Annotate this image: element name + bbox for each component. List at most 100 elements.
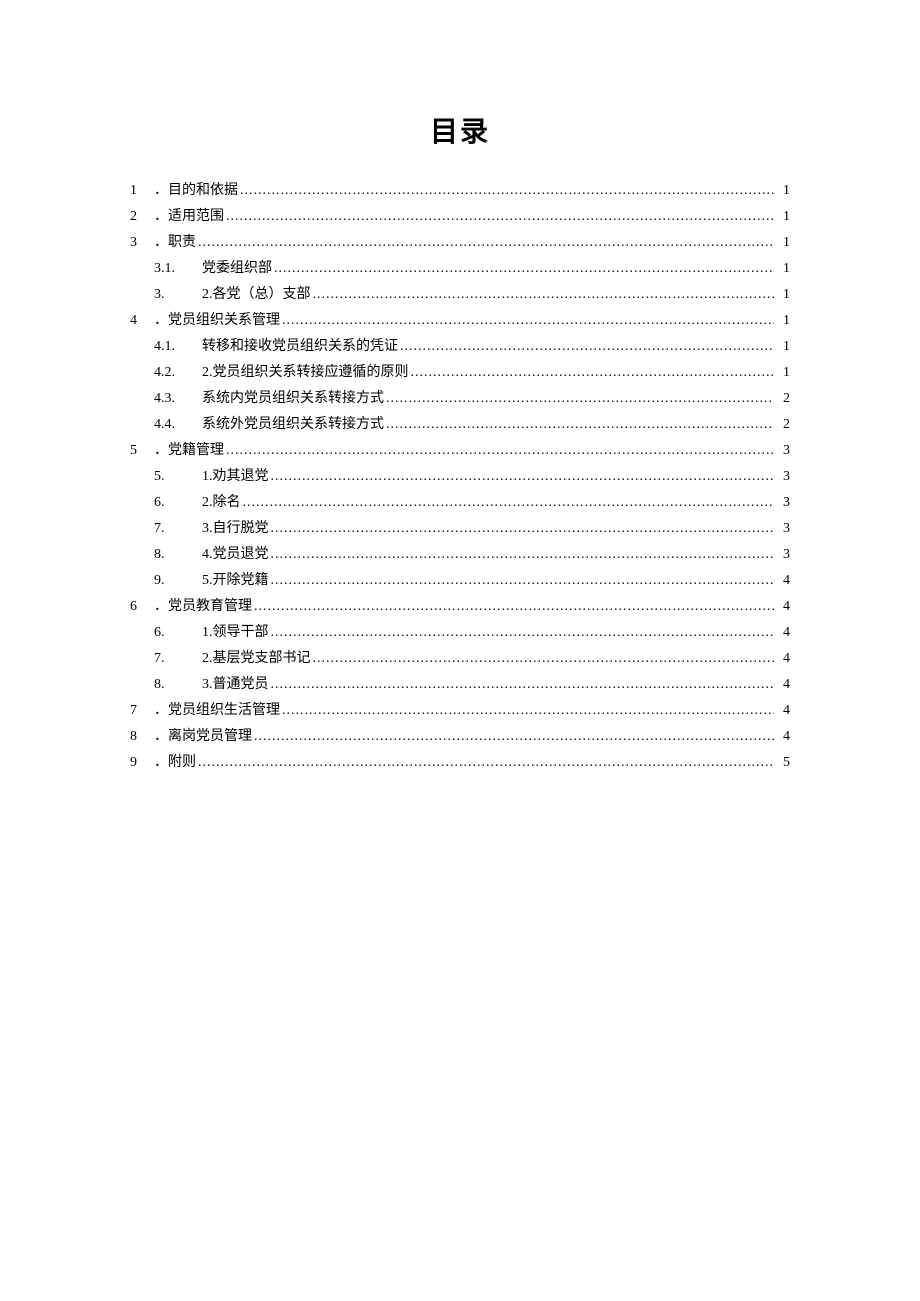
toc-page-number: 4 [776,652,790,666]
toc-entry: 6．党员教育管理 4 [130,594,790,620]
toc-page-number: 4 [776,730,790,744]
toc-entry: 6.1.领导干部4 [130,620,790,646]
toc-leader-dots [271,522,775,536]
toc-sub-number: 3.1. [154,262,202,276]
toc-entry: 5.1.劝其退党3 [130,464,790,490]
toc-label: ．党籍管理 [154,444,224,458]
toc-leader-dots [271,470,775,484]
toc-number: 3 [130,236,154,250]
toc-sub-number: 4.4. [154,418,202,432]
toc-sub-label: 转移和接收党员组织关系的凭证 [202,340,398,354]
toc-number: 8 [130,730,154,744]
toc-sub-label: 2.党员组织关系转接应遵循的原则 [202,366,409,380]
toc-entry: 3.2.各党（总）支部 1 [130,282,790,308]
toc-sub-label: 1.领导干部 [202,626,269,640]
toc-leader-dots [198,236,774,250]
toc-sub-label: 2.除名 [202,496,241,510]
toc-page-number: 1 [776,288,790,302]
toc-entry: 1．目的和依据1 [130,178,790,204]
toc-label: ．党员教育管理 [154,600,252,614]
toc-leader-dots [271,678,775,692]
toc-page-number: 1 [776,236,790,250]
toc-number: 2 [130,210,154,224]
toc-entry: 4.3.系统内党员组织关系转接方式2 [130,386,790,412]
toc-page-number: 2 [776,418,790,432]
toc-number: 9 [130,756,154,770]
toc-page-number: 1 [776,184,790,198]
toc-sub-label: 3.自行脱党 [202,522,269,536]
toc-sub-number: 6. [154,496,202,510]
toc-page-number: 1 [776,262,790,276]
toc-sub-number: 8. [154,548,202,562]
toc-sub-number: 4.2. [154,366,202,380]
toc-leader-dots [313,652,775,666]
toc-sub-number: 7. [154,522,202,536]
toc-leader-dots [271,626,775,640]
toc-leader-dots [400,340,774,354]
toc-entry: 4.4.系统外党员组织关系转接方式 2 [130,412,790,438]
toc-entry: 3．职责 1 [130,230,790,256]
toc-entry: 6.2.除名 3 [130,490,790,516]
toc-entry: 8.3.普通党员4 [130,672,790,698]
toc-sub-label: 5.开除党籍 [202,574,269,588]
toc-entry: 4．党员组织关系管理 1 [130,308,790,334]
toc-sub-label: 2.各党（总）支部 [202,288,311,302]
toc-sub-number: 3. [154,288,202,302]
toc-label: ．职责 [154,236,196,250]
toc-leader-dots [271,548,775,562]
toc-sub-number: 8. [154,678,202,692]
toc-label: ．离岗党员管理 [154,730,252,744]
toc-leader-dots [274,262,774,276]
toc-page-number: 1 [776,210,790,224]
toc-page-number: 4 [776,600,790,614]
toc-sub-number: 5. [154,470,202,484]
toc-leader-dots [226,210,774,224]
toc-leader-dots [254,600,774,614]
toc-number: 7 [130,704,154,718]
toc-label: ．适用范围 [154,210,224,224]
toc-leader-dots [254,730,774,744]
toc-page-number: 1 [776,340,790,354]
toc-leader-dots [271,574,775,588]
toc-entry: 7．党员组织生活管理 4 [130,698,790,724]
toc-leader-dots [282,314,774,328]
toc-entry: 4.2.2.党员组织关系转接应遵循的原则 1 [130,360,790,386]
toc-leader-dots [243,496,775,510]
toc-page-number: 2 [776,392,790,406]
toc-label: ．目的和依据 [154,184,238,198]
toc-leader-dots [411,366,775,380]
toc-entry: 2．适用范围 1 [130,204,790,230]
toc-page-number: 3 [776,470,790,484]
toc-leader-dots [386,392,774,406]
toc-sub-label: 系统外党员组织关系转接方式 [202,418,384,432]
toc-number: 4 [130,314,154,328]
toc-number: 1 [130,184,154,198]
toc-entry: 8．离岗党员管理 4 [130,724,790,750]
toc-sub-number: 9. [154,574,202,588]
toc-page-number: 3 [776,496,790,510]
toc-sub-number: 4.3. [154,392,202,406]
toc-number: 6 [130,600,154,614]
toc-title: 目录 [130,110,790,150]
toc-sub-label: 党委组织部 [202,262,272,276]
toc-entry: 9．附则 5 [130,750,790,776]
toc-entry: 3.1.党委组织部 1 [130,256,790,282]
toc-page-number: 4 [776,704,790,718]
toc-page-number: 5 [776,756,790,770]
toc-entry: 7.3.自行脱党3 [130,516,790,542]
toc-entry: 8.4.党员退党3 [130,542,790,568]
toc-page-number: 1 [776,366,790,380]
toc-entry: 7.2.基层党支部书记4 [130,646,790,672]
toc-sub-number: 4.1. [154,340,202,354]
toc-leader-dots [198,756,774,770]
toc-label: ．党员组织生活管理 [154,704,280,718]
toc-sub-label: 2.基层党支部书记 [202,652,311,666]
toc-leader-dots [313,288,775,302]
toc-number: 5 [130,444,154,458]
toc-leader-dots [240,184,774,198]
table-of-contents: 1．目的和依据12．适用范围 13．职责 13.1.党委组织部13.2.各党（总… [130,178,790,776]
toc-entry: 5．党籍管理 3 [130,438,790,464]
toc-page-number: 3 [776,548,790,562]
toc-entry: 4.1.转移和接收党员组织关系的凭证 1 [130,334,790,360]
toc-sub-label: 3.普通党员 [202,678,269,692]
